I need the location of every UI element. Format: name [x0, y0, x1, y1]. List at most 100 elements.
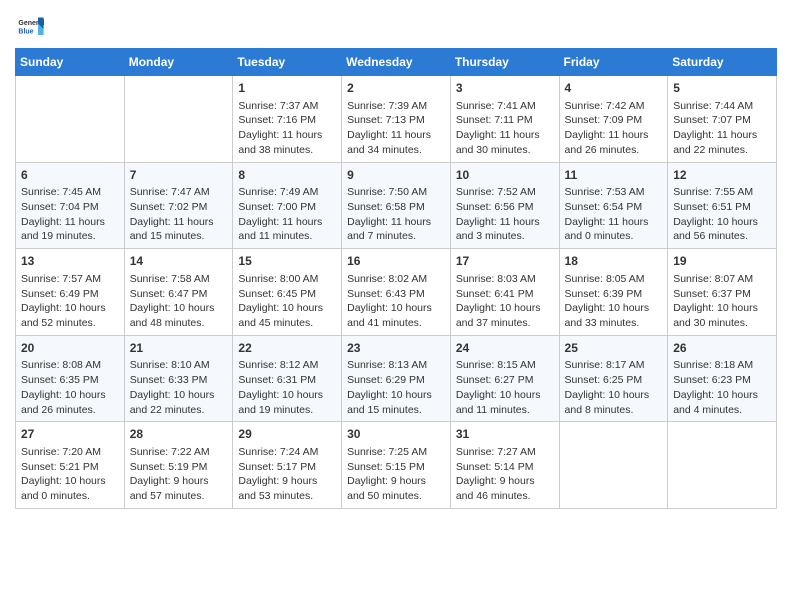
weekday-header-tuesday: Tuesday — [233, 49, 342, 76]
calendar-cell: 16 Sunrise: 8:02 AM Sunset: 6:43 PM Dayli… — [342, 249, 451, 336]
day-info: Sunrise: 8:10 AM Sunset: 6:33 PM Dayligh… — [130, 358, 228, 417]
calendar-week-row: 27 Sunrise: 7:20 AM Sunset: 5:21 PM Dayli… — [16, 422, 777, 509]
day-number: 30 — [347, 426, 445, 443]
calendar-cell: 26Sunrise: 8:18 AM Sunset: 6:23 PM Dayli… — [668, 335, 777, 422]
calendar-cell: 27 Sunrise: 7:20 AM Sunset: 5:21 PM Dayli… — [16, 422, 125, 509]
day-number: 21 — [130, 340, 228, 357]
day-info: Sunrise: 8:05 AM Sunset: 6:39 PM Dayligh… — [565, 272, 663, 331]
day-number: 11 — [565, 167, 663, 184]
day-number: 29 — [238, 426, 336, 443]
weekday-header-monday: Monday — [124, 49, 233, 76]
day-info: Sunrise: 7:57 AM Sunset: 6:49 PM Dayligh… — [21, 272, 119, 331]
day-number: 14 — [130, 253, 228, 270]
calendar-cell: 13 Sunrise: 7:57 AM Sunset: 6:49 PM Dayli… — [16, 249, 125, 336]
calendar-cell — [16, 76, 125, 163]
calendar-cell: 3 Sunrise: 7:41 AM Sunset: 7:11 PM Daylig… — [450, 76, 559, 163]
calendar-cell: 18 Sunrise: 8:05 AM Sunset: 6:39 PM Dayli… — [559, 249, 668, 336]
day-number: 16 — [347, 253, 445, 270]
day-number: 10 — [456, 167, 554, 184]
day-info: Sunrise: 7:52 AM Sunset: 6:56 PM Dayligh… — [456, 185, 554, 244]
day-info: Sunrise: 7:53 AM Sunset: 6:54 PM Dayligh… — [565, 185, 663, 244]
day-number: 18 — [565, 253, 663, 270]
day-info: Sunrise: 7:55 AM Sunset: 6:51 PM Dayligh… — [673, 185, 771, 244]
calendar-cell: 21Sunrise: 8:10 AM Sunset: 6:33 PM Dayli… — [124, 335, 233, 422]
calendar-cell: 20Sunrise: 8:08 AM Sunset: 6:35 PM Dayli… — [16, 335, 125, 422]
day-number: 3 — [456, 80, 554, 97]
calendar-cell: 19 Sunrise: 8:07 AM Sunset: 6:37 PM Dayli… — [668, 249, 777, 336]
day-number: 6 — [21, 167, 119, 184]
calendar-cell: 31Sunrise: 7:27 AM Sunset: 5:14 PM Dayli… — [450, 422, 559, 509]
day-number: 4 — [565, 80, 663, 97]
day-info: Sunrise: 7:45 AM Sunset: 7:04 PM Dayligh… — [21, 185, 119, 244]
day-info: Sunrise: 8:08 AM Sunset: 6:35 PM Dayligh… — [21, 358, 119, 417]
calendar-cell: 11Sunrise: 7:53 AM Sunset: 6:54 PM Dayli… — [559, 162, 668, 249]
day-info: Sunrise: 8:18 AM Sunset: 6:23 PM Dayligh… — [673, 358, 771, 417]
day-number: 13 — [21, 253, 119, 270]
day-info: Sunrise: 8:15 AM Sunset: 6:27 PM Dayligh… — [456, 358, 554, 417]
calendar-cell: 23Sunrise: 8:13 AM Sunset: 6:29 PM Dayli… — [342, 335, 451, 422]
day-number: 7 — [130, 167, 228, 184]
day-info: Sunrise: 7:25 AM Sunset: 5:15 PM Dayligh… — [347, 445, 445, 504]
calendar-cell: 28 Sunrise: 7:22 AM Sunset: 5:19 PM Dayli… — [124, 422, 233, 509]
calendar-cell: 15 Sunrise: 8:00 AM Sunset: 6:45 PM Dayli… — [233, 249, 342, 336]
calendar-cell — [559, 422, 668, 509]
calendar-cell: 4 Sunrise: 7:42 AM Sunset: 7:09 PM Daylig… — [559, 76, 668, 163]
day-number: 22 — [238, 340, 336, 357]
day-info: Sunrise: 8:02 AM Sunset: 6:43 PM Dayligh… — [347, 272, 445, 331]
calendar-cell: 1Sunrise: 7:37 AM Sunset: 7:16 PM Daylig… — [233, 76, 342, 163]
calendar-week-row: 6Sunrise: 7:45 AM Sunset: 7:04 PM Daylig… — [16, 162, 777, 249]
day-number: 9 — [347, 167, 445, 184]
day-number: 1 — [238, 80, 336, 97]
day-number: 26 — [673, 340, 771, 357]
day-number: 15 — [238, 253, 336, 270]
calendar-cell: 6Sunrise: 7:45 AM Sunset: 7:04 PM Daylig… — [16, 162, 125, 249]
day-number: 23 — [347, 340, 445, 357]
calendar-cell: 9Sunrise: 7:50 AM Sunset: 6:58 PM Daylig… — [342, 162, 451, 249]
day-info: Sunrise: 7:39 AM Sunset: 7:13 PM Dayligh… — [347, 99, 445, 158]
calendar-cell: 25Sunrise: 8:17 AM Sunset: 6:25 PM Dayli… — [559, 335, 668, 422]
day-number: 24 — [456, 340, 554, 357]
calendar-cell: 8Sunrise: 7:49 AM Sunset: 7:00 PM Daylig… — [233, 162, 342, 249]
calendar-table: SundayMondayTuesdayWednesdayThursdayFrid… — [15, 48, 777, 509]
calendar-cell: 24Sunrise: 8:15 AM Sunset: 6:27 PM Dayli… — [450, 335, 559, 422]
calendar-cell: 10Sunrise: 7:52 AM Sunset: 6:56 PM Dayli… — [450, 162, 559, 249]
day-number: 27 — [21, 426, 119, 443]
weekday-header-wednesday: Wednesday — [342, 49, 451, 76]
day-info: Sunrise: 7:42 AM Sunset: 7:09 PM Dayligh… — [565, 99, 663, 158]
day-info: Sunrise: 8:03 AM Sunset: 6:41 PM Dayligh… — [456, 272, 554, 331]
calendar-cell — [124, 76, 233, 163]
day-info: Sunrise: 7:22 AM Sunset: 5:19 PM Dayligh… — [130, 445, 228, 504]
weekday-header-sunday: Sunday — [16, 49, 125, 76]
day-number: 31 — [456, 426, 554, 443]
svg-text:Blue: Blue — [18, 29, 33, 36]
calendar-cell: 29 Sunrise: 7:24 AM Sunset: 5:17 PM Dayli… — [233, 422, 342, 509]
day-info: Sunrise: 7:58 AM Sunset: 6:47 PM Dayligh… — [130, 272, 228, 331]
calendar-cell: 30 Sunrise: 7:25 AM Sunset: 5:15 PM Dayli… — [342, 422, 451, 509]
day-number: 19 — [673, 253, 771, 270]
day-number: 28 — [130, 426, 228, 443]
day-info: Sunrise: 7:49 AM Sunset: 7:00 PM Dayligh… — [238, 185, 336, 244]
weekday-header-row: SundayMondayTuesdayWednesdayThursdayFrid… — [16, 49, 777, 76]
day-info: Sunrise: 8:12 AM Sunset: 6:31 PM Dayligh… — [238, 358, 336, 417]
day-info: Sunrise: 7:24 AM Sunset: 5:17 PM Dayligh… — [238, 445, 336, 504]
day-info: Sunrise: 8:17 AM Sunset: 6:25 PM Dayligh… — [565, 358, 663, 417]
day-info: Sunrise: 7:47 AM Sunset: 7:02 PM Dayligh… — [130, 185, 228, 244]
logo: General Blue — [15, 10, 45, 42]
day-info: Sunrise: 8:13 AM Sunset: 6:29 PM Dayligh… — [347, 358, 445, 417]
weekday-header-thursday: Thursday — [450, 49, 559, 76]
calendar-cell: 12Sunrise: 7:55 AM Sunset: 6:51 PM Dayli… — [668, 162, 777, 249]
day-number: 2 — [347, 80, 445, 97]
day-number: 12 — [673, 167, 771, 184]
calendar-cell: 14 Sunrise: 7:58 AM Sunset: 6:47 PM Dayli… — [124, 249, 233, 336]
day-number: 5 — [673, 80, 771, 97]
day-number: 17 — [456, 253, 554, 270]
day-info: Sunrise: 8:07 AM Sunset: 6:37 PM Dayligh… — [673, 272, 771, 331]
day-info: Sunrise: 7:20 AM Sunset: 5:21 PM Dayligh… — [21, 445, 119, 504]
day-info: Sunrise: 7:41 AM Sunset: 7:11 PM Dayligh… — [456, 99, 554, 158]
calendar-cell: 17 Sunrise: 8:03 AM Sunset: 6:41 PM Dayli… — [450, 249, 559, 336]
page-header: General Blue — [15, 10, 777, 42]
logo-icon: General Blue — [17, 14, 45, 42]
calendar-cell — [668, 422, 777, 509]
day-info: Sunrise: 7:50 AM Sunset: 6:58 PM Dayligh… — [347, 185, 445, 244]
day-info: Sunrise: 8:00 AM Sunset: 6:45 PM Dayligh… — [238, 272, 336, 331]
